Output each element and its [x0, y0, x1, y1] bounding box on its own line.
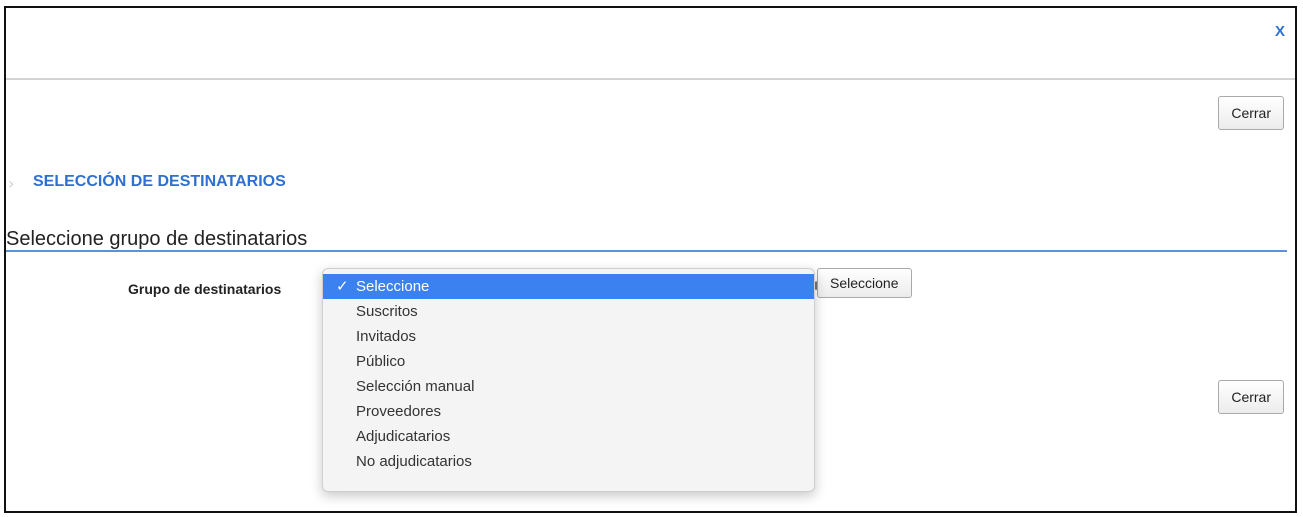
option-label: Seleccione — [356, 278, 430, 295]
dropdown-option-no-adjudicatarios[interactable]: No adjudicatarios — [323, 449, 814, 474]
close-button-bottom[interactable]: Cerrar — [1218, 380, 1284, 414]
option-label: Selección manual — [356, 378, 475, 395]
section-title: SELECCIÓN DE DESTINATARIOS — [33, 173, 286, 190]
option-label: No adjudicatarios — [356, 453, 472, 470]
select-button[interactable]: Seleccione — [817, 268, 912, 298]
dropdown-option-seleccione[interactable]: ✓ Seleccione — [323, 274, 814, 299]
option-label: Público — [356, 353, 406, 370]
dropdown-option-publico[interactable]: Público — [323, 349, 814, 374]
check-icon: ✓ — [336, 277, 349, 295]
option-label: Suscritos — [356, 303, 418, 320]
chevron-right-icon[interactable]: › — [8, 174, 14, 193]
header-divider — [6, 78, 1295, 80]
dropdown-option-seleccion-manual[interactable]: Selección manual — [323, 374, 814, 399]
recipient-group-label: Grupo de destinatarios — [128, 281, 282, 297]
subheading: Seleccione grupo de destinatarios — [6, 228, 308, 250]
option-label: Invitados — [356, 328, 417, 345]
dropdown-option-adjudicatarios[interactable]: Adjudicatarios — [323, 424, 814, 449]
dropdown-option-invitados[interactable]: Invitados — [323, 324, 814, 349]
dropdown-option-suscritos[interactable]: Suscritos — [323, 299, 814, 324]
close-icon[interactable]: X — [1275, 23, 1285, 40]
option-label: Proveedores — [356, 403, 442, 420]
recipient-group-dropdown[interactable]: ✓ Seleccione Suscritos Invitados Público… — [322, 268, 815, 492]
close-button-top[interactable]: Cerrar — [1218, 96, 1284, 130]
dropdown-option-proveedores[interactable]: Proveedores — [323, 399, 814, 424]
subheading-divider — [6, 250, 1287, 252]
dialog-window: X Cerrar › SELECCIÓN DE DESTINATARIOS Se… — [4, 6, 1297, 513]
option-label: Adjudicatarios — [356, 428, 451, 445]
